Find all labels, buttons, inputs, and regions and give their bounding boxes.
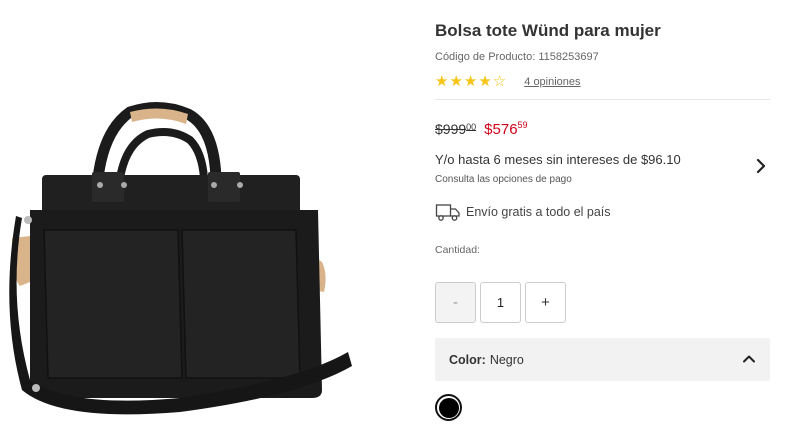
payment-options-link[interactable]: Consulta las opciones de pago (435, 174, 572, 185)
quantity-input[interactable]: 1 (480, 282, 521, 323)
product-code: Código de Producto: 1158253697 (435, 51, 599, 63)
shipping-text: Envío gratis a todo el país (466, 205, 611, 219)
color-accordion[interactable]: Color: Negro (435, 338, 770, 381)
truck-icon (435, 204, 460, 221)
decrease-quantity-button[interactable]: - (435, 282, 476, 323)
installments-text: Y/o hasta 6 meses sin intereses de $96.1… (435, 152, 681, 167)
star-icon: ★ (478, 73, 492, 90)
increase-quantity-button[interactable]: + (525, 282, 566, 323)
product-title: Bolsa tote Wünd para mujer (435, 21, 661, 40)
star-empty-icon: ☆ (492, 73, 507, 90)
chevron-up-icon[interactable] (740, 350, 758, 368)
color-label: Color: (449, 352, 486, 367)
quantity-label: Cantidad: (435, 244, 480, 256)
price-row: $99900 $57659 (435, 120, 528, 138)
rating: ★ ★ ★ ★ ☆ 4 opiniones (435, 73, 581, 91)
sale-price: $57659 (484, 120, 528, 138)
star-icon: ★ (435, 73, 449, 90)
star-icon: ★ (463, 73, 478, 90)
reviews-link[interactable]: 4 opiniones (524, 76, 580, 88)
shipping-info: Envío gratis a todo el país (435, 202, 611, 222)
chevron-right-icon[interactable] (751, 156, 771, 176)
star-icon: ★ (449, 73, 463, 90)
swatch-fill (438, 397, 459, 418)
quantity-stepper: - 1 + (435, 282, 566, 323)
color-swatch-negro[interactable] (435, 394, 462, 421)
old-price: $99900 (435, 121, 477, 137)
divider (435, 99, 770, 100)
color-value: Negro (489, 352, 524, 367)
product-image (9, 102, 353, 415)
